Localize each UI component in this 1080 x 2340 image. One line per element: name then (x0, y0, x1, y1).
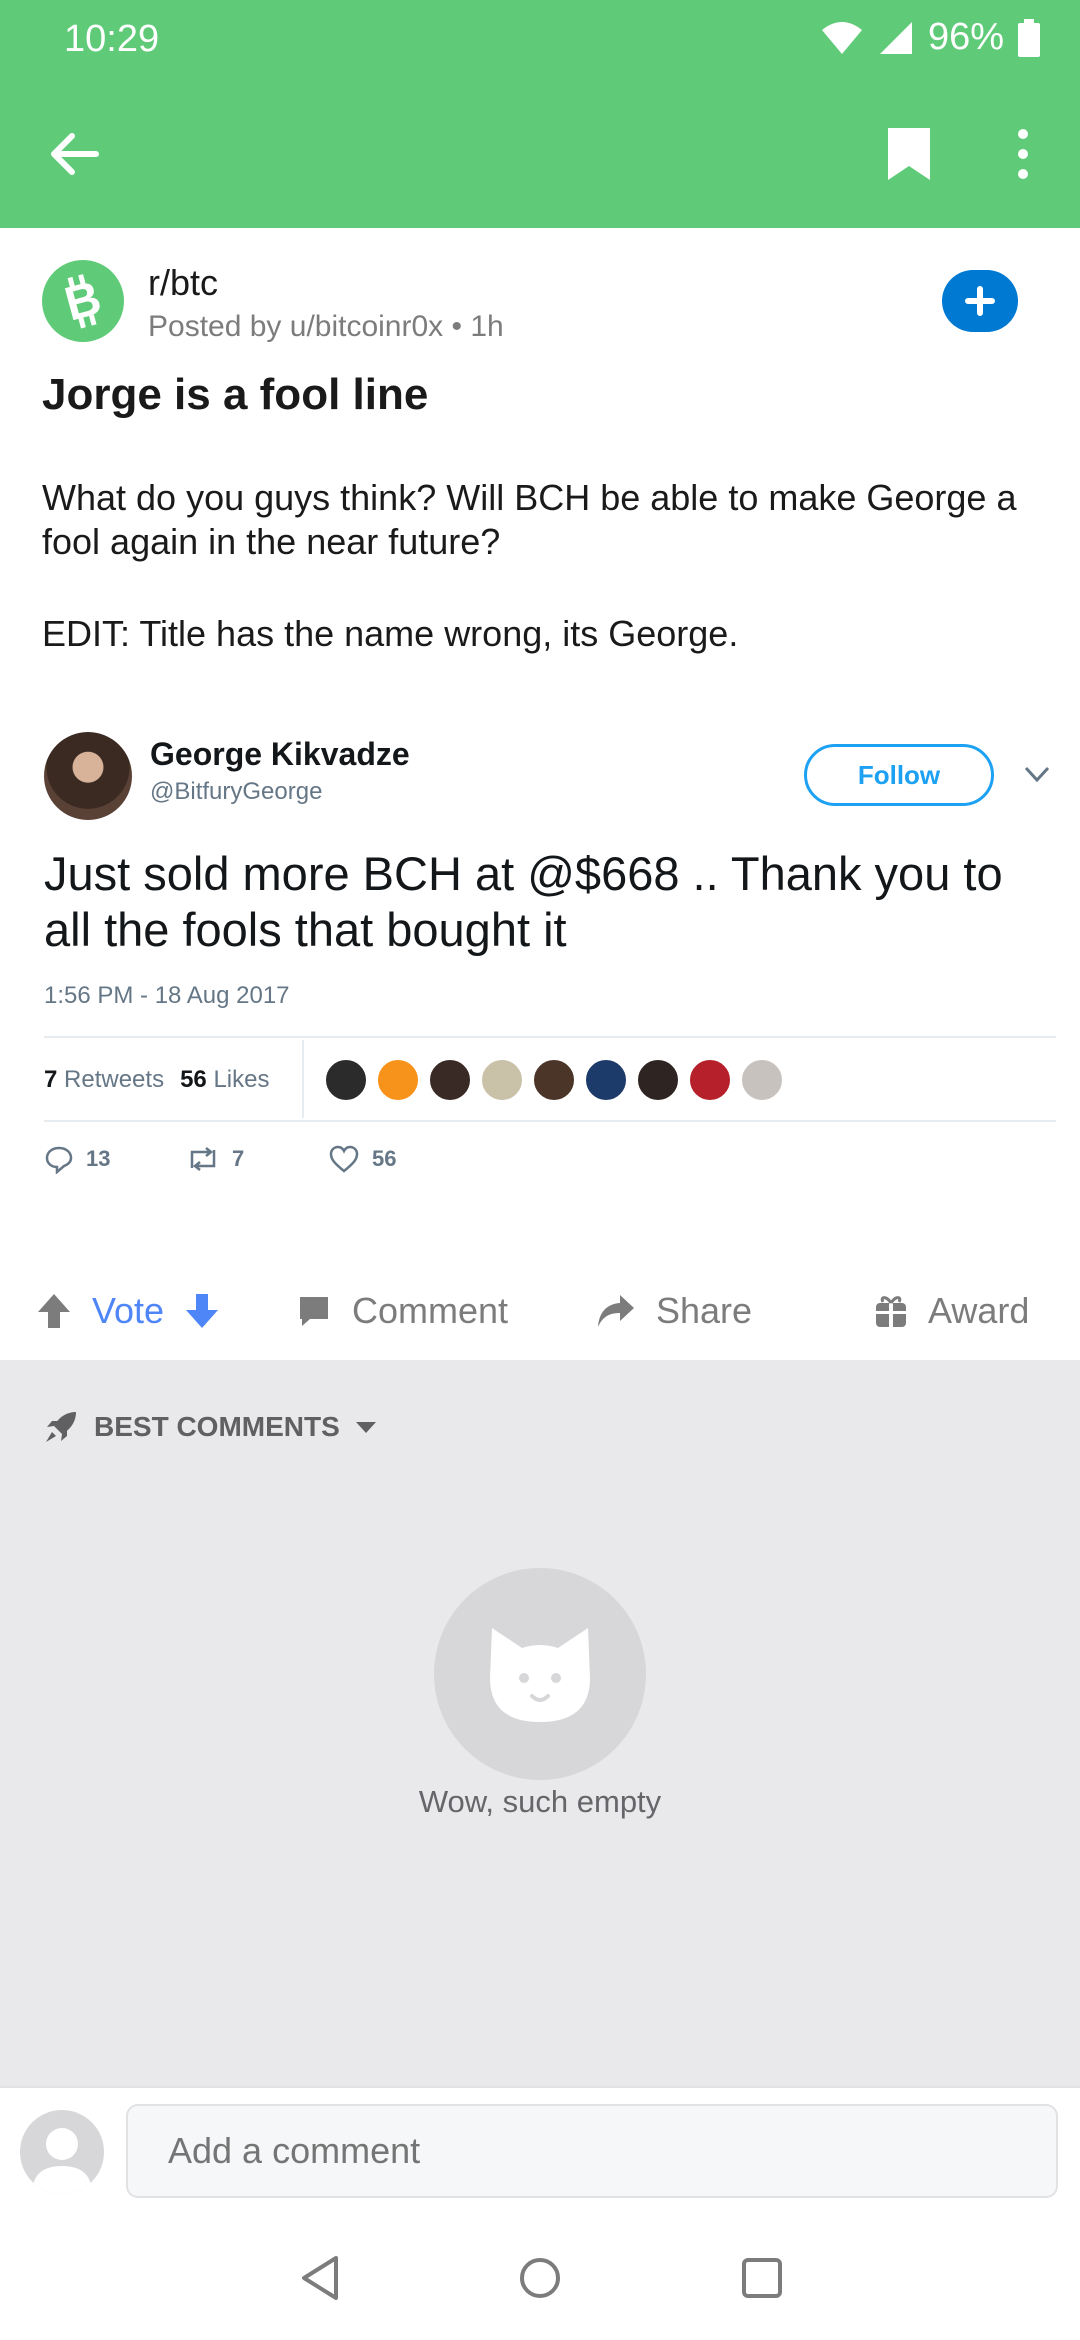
divider (44, 1036, 1056, 1038)
status-bar: 10:29 96% (0, 0, 1080, 82)
status-time: 10:29 (64, 18, 160, 60)
user-avatar[interactable] (20, 2110, 104, 2194)
gift-icon (876, 1296, 906, 1327)
join-subreddit-button[interactable] (942, 270, 1018, 332)
reply-bubble-icon (45, 1146, 73, 1174)
rocket-icon (46, 1412, 76, 1442)
liker-avatar (740, 1058, 784, 1102)
battery-icon (1018, 18, 1040, 57)
subreddit-avatar[interactable]: B (42, 260, 124, 342)
tweet-author-name: George Kikvadze (150, 736, 410, 772)
liker-avatar (584, 1058, 628, 1102)
share-button[interactable]: Share (596, 1290, 752, 1332)
user-silhouette-icon (32, 2128, 92, 2194)
award-label: Award (928, 1290, 1030, 1331)
comment-label: Comment (352, 1290, 509, 1331)
empty-state-illustration (434, 1568, 646, 1780)
divider (302, 1040, 304, 1118)
empty-state-text: Wow, such empty (418, 1784, 662, 1819)
tweet-author-handle: @BitfuryGeorge (150, 778, 323, 805)
chevron-down-icon (1024, 766, 1050, 783)
post-body-paragraph: What do you guys think? Will BCH be able… (42, 477, 1017, 562)
app-bar (0, 82, 1080, 228)
tweet-reply: 13 (44, 1144, 186, 1174)
comment-bubble-icon (300, 1297, 328, 1326)
liker-avatar (688, 1058, 732, 1102)
post-title: Jorge is a fool line (42, 370, 429, 419)
downvote-arrow-icon[interactable] (184, 1292, 220, 1330)
battery-percent: 96% (927, 16, 1004, 58)
comments-section: BEST COMMENTS Wow, such empty (0, 1360, 1080, 2086)
tweet-retweets-label: Retweets (64, 1066, 165, 1093)
comment-sort-dropdown[interactable]: BEST COMMENTS (42, 1408, 378, 1446)
upvote-arrow-icon[interactable] (36, 1292, 72, 1330)
caret-down-icon (355, 1422, 376, 1433)
wifi-icon (821, 21, 862, 54)
comment-button[interactable]: Comment (296, 1290, 508, 1332)
signal-icon (879, 21, 912, 54)
add-comment-input[interactable] (126, 2104, 1058, 2198)
subreddit-name[interactable]: r/btc (148, 262, 218, 304)
vote-label: Vote (92, 1290, 165, 1331)
comment-composer (0, 2086, 1080, 2212)
tweet-retweet: 7 (186, 1144, 328, 1174)
tweet-text: Just sold more BCH at @$668 .. Thank you… (44, 847, 1003, 956)
nav-recents-icon[interactable] (734, 2250, 790, 2306)
post-meta[interactable]: Posted by u/bitcoinr0x • 1h (148, 310, 504, 344)
heart-icon (329, 1145, 359, 1173)
divider (44, 1120, 1056, 1122)
tweet-follow-button: Follow (804, 744, 994, 806)
tweet-reply-count: 13 (86, 1146, 111, 1171)
tweet-likers-avatars (324, 1058, 784, 1102)
liker-avatar (532, 1058, 576, 1102)
tweet-date: 1:56 PM - 18 Aug 2017 (44, 982, 290, 1009)
share-arrow-icon (598, 1295, 634, 1327)
tweet-author-avatar (44, 732, 132, 820)
retweet-icon (190, 1147, 216, 1171)
post-body: What do you guys think? Will BCH be able… (42, 476, 1042, 704)
post-action-bar: Vote Comment Share Award (0, 1262, 1080, 1360)
back-arrow-icon[interactable] (44, 124, 104, 184)
liker-avatar (376, 1058, 420, 1102)
system-navigation-bar (0, 2212, 1080, 2340)
share-label: Share (656, 1290, 753, 1331)
nav-back-icon[interactable] (292, 2250, 348, 2306)
tweet-likes-label: Likes (213, 1066, 270, 1093)
comment-sort-label: BEST COMMENTS (94, 1411, 340, 1442)
tweet-actions: 13 7 56 (44, 1144, 470, 1174)
tweet-stats: 7 Retweets 56 Likes (44, 1066, 269, 1094)
tweet-embed-image[interactable]: George Kikvadze @BitfuryGeorge Follow Ju… (42, 720, 1062, 1200)
cat-face-icon (490, 1628, 590, 1722)
post-body-paragraph: EDIT: Title has the name wrong, its Geor… (42, 613, 739, 654)
liker-avatar (324, 1058, 368, 1102)
liker-avatar (428, 1058, 472, 1102)
plus-icon (965, 286, 995, 316)
award-button[interactable]: Award (874, 1290, 1029, 1332)
tweet-like: 56 (328, 1144, 470, 1174)
tweet-like-count: 56 (372, 1146, 397, 1171)
vote-controls: Vote (36, 1290, 220, 1332)
liker-avatar (480, 1058, 524, 1102)
more-options-icon[interactable] (1006, 124, 1040, 184)
nav-home-icon[interactable] (512, 2250, 568, 2306)
tweet-likes-count: 56 (180, 1066, 207, 1093)
liker-avatar (636, 1058, 680, 1102)
tweet-retweets-count: 7 (44, 1066, 58, 1093)
bookmark-icon[interactable] (884, 124, 934, 184)
bitcoin-cash-logo-icon: B (60, 273, 107, 329)
tweet-retweet-count: 7 (232, 1146, 245, 1171)
